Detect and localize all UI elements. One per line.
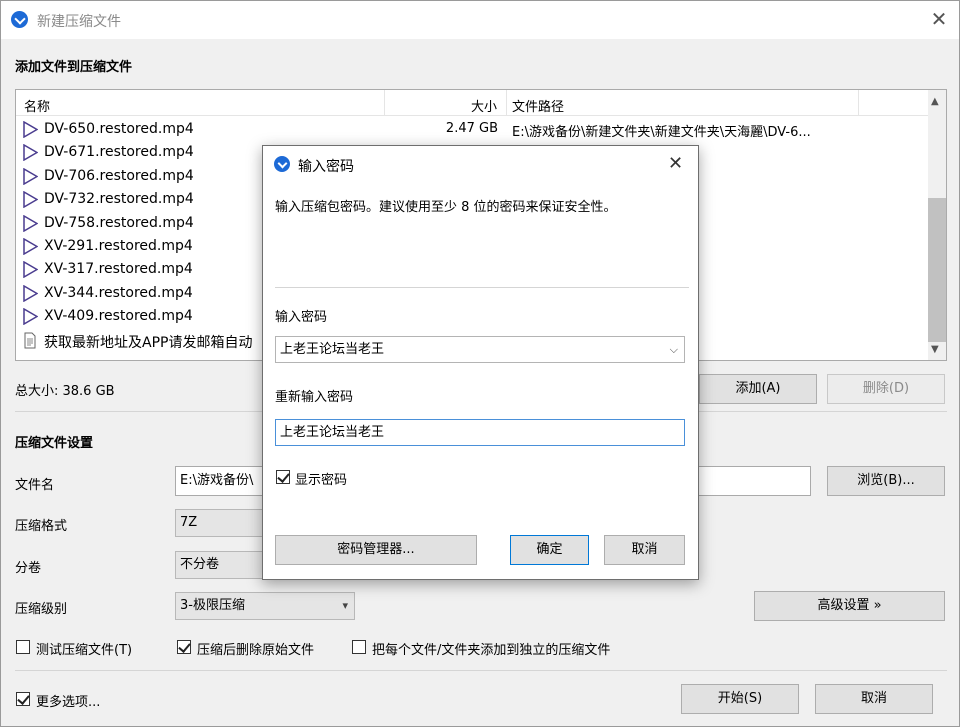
file-name: DV-650.restored.mp4	[44, 121, 194, 137]
add-button[interactable]: 添加(A)	[699, 374, 817, 404]
more-options-checkbox[interactable]	[16, 692, 30, 706]
video-file-icon	[23, 121, 38, 138]
col-header-path[interactable]: 文件路径	[512, 96, 564, 115]
col-header-size[interactable]: 大小	[471, 96, 497, 115]
dialog-hint: 输入压缩包密码。建议使用至少 8 位的密码来保证安全性。	[275, 200, 617, 215]
each-separate-checkbox[interactable]	[352, 640, 366, 654]
video-file-icon	[23, 238, 38, 255]
video-file-icon	[23, 191, 38, 209]
window-close-button[interactable]: ✕	[929, 9, 949, 29]
chevron-down-icon: ▾	[342, 599, 348, 612]
password-input[interactable]: 上老王论坛当老王 ⌵	[275, 336, 685, 363]
col-header-name[interactable]: 名称	[24, 96, 50, 115]
total-size: 总大小: 38.6 GB	[15, 384, 115, 399]
password-dialog: 输入密码 ✕ 输入压缩包密码。建议使用至少 8 位的密码来保证安全性。 输入密码…	[262, 145, 699, 580]
level-select[interactable]: 3-极限压缩 ▾	[175, 592, 355, 620]
file-name: DV-671.restored.mp4	[44, 144, 194, 161]
file-name: DV-758.restored.mp4	[44, 214, 194, 231]
dialog-cancel-button[interactable]: 取消	[604, 535, 685, 565]
col-separator	[858, 90, 859, 116]
scroll-up-icon[interactable]: ▲	[931, 96, 939, 107]
delete-after-label: 压缩后删除原始文件	[197, 643, 315, 658]
level-value: 3-极限压缩	[180, 598, 245, 613]
volume-label: 分卷	[15, 561, 42, 576]
video-file-icon	[23, 261, 38, 279]
file-size: 2.47 GB	[445, 121, 498, 136]
files-section-heading: 添加文件到压缩文件	[15, 60, 133, 75]
more-options-label: 更多选项...	[36, 695, 101, 710]
format-label: 压缩格式	[15, 519, 68, 534]
advanced-settings-button[interactable]: 高级设置 »	[754, 591, 945, 621]
file-name: DV-706.restored.mp4	[44, 167, 194, 184]
file-name: XV-291.restored.mp4	[44, 238, 193, 254]
delete-after-checkbox[interactable]	[177, 640, 191, 654]
file-name: 获取最新地址及APP请发邮箱自动	[44, 334, 253, 351]
col-separator	[384, 90, 385, 116]
file-name: XV-409.restored.mp4	[44, 308, 193, 325]
document-icon	[24, 332, 36, 349]
divider	[275, 287, 689, 288]
col-separator	[506, 90, 507, 116]
divider	[15, 670, 947, 671]
test-archive-label: 测试压缩文件(T)	[36, 643, 133, 658]
settings-heading: 压缩文件设置	[15, 436, 94, 451]
password-manager-button[interactable]: 密码管理器...	[275, 535, 477, 565]
video-file-icon	[23, 167, 38, 185]
level-label: 压缩级别	[15, 602, 68, 617]
video-file-icon	[23, 214, 38, 232]
filename-label: 文件名	[15, 478, 55, 493]
dialog-close-button[interactable]: ✕	[668, 153, 683, 174]
chevron-down-icon[interactable]: ⌵	[670, 337, 678, 362]
volume-value: 不分卷	[180, 557, 220, 572]
scroll-down-icon[interactable]: ▼	[931, 344, 939, 355]
browse-button[interactable]: 浏览(B)...	[827, 466, 945, 496]
file-name: XV-344.restored.mp4	[44, 284, 193, 301]
app-logo-icon	[11, 11, 28, 28]
video-file-icon	[23, 308, 38, 326]
video-file-icon	[23, 144, 38, 162]
file-path: E:\游戏备份\新建文件夹\新建文件夹\天海麗\DV-6...	[512, 125, 811, 140]
dialog-title: 输入密码	[298, 159, 354, 175]
each-separate-label: 把每个文件/文件夹添加到独立的压缩文件	[372, 643, 611, 658]
test-archive-checkbox[interactable]	[16, 640, 30, 654]
file-list-header: 名称 大小 文件路径	[16, 90, 928, 116]
dialog-body: 输入压缩包密码。建议使用至少 8 位的密码来保证安全性。 输入密码 上老王论坛当…	[263, 182, 698, 579]
file-name: XV-317.restored.mp4	[44, 261, 193, 278]
dialog-title-bar: 输入密码 ✕	[263, 146, 698, 182]
window-title: 新建压缩文件	[37, 14, 121, 30]
format-value: 7Z	[180, 515, 198, 530]
file-name: DV-732.restored.mp4	[44, 191, 194, 208]
video-file-icon	[23, 284, 38, 302]
start-button[interactable]: 开始(S)	[681, 684, 799, 714]
show-password-checkbox[interactable]	[276, 470, 290, 484]
scrollbar-thumb[interactable]	[928, 198, 946, 342]
show-password-label: 显示密码	[295, 473, 348, 488]
password-value: 上老王论坛当老王	[280, 342, 385, 357]
table-row[interactable]: DV-650.restored.mp4 2.47 GB E:\游戏备份\新建文件夹\…	[16, 118, 928, 141]
repeat-password-input[interactable]: 上老王论坛当老王	[275, 419, 685, 446]
ok-button[interactable]: 确定	[510, 535, 589, 565]
app-logo-icon	[274, 156, 290, 172]
cancel-button[interactable]: 取消	[815, 684, 933, 714]
delete-button[interactable]: 删除(D)	[827, 374, 945, 404]
title-bar: 新建压缩文件 ✕	[1, 1, 959, 39]
password-label: 输入密码	[275, 310, 328, 325]
repeat-password-label: 重新输入密码	[275, 390, 354, 405]
